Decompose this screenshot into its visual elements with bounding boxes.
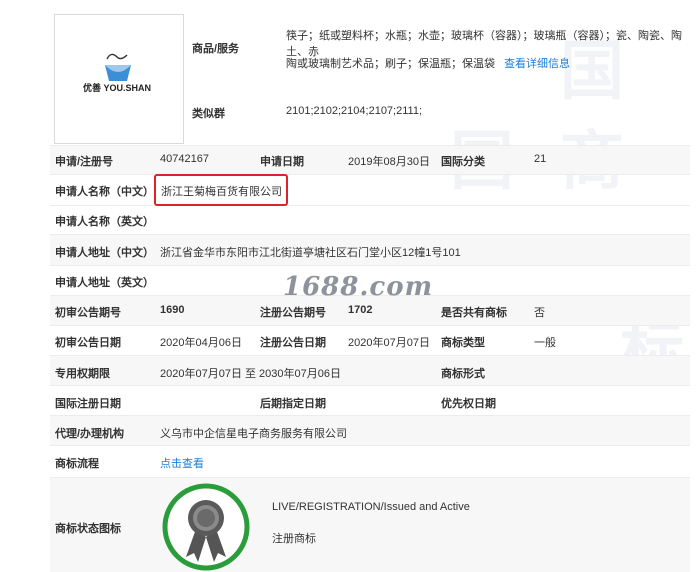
highlight-box (154, 174, 288, 206)
reg-no-value: 40742167 (160, 153, 209, 165)
applicant-cn-label: 申请人名称（中文） (55, 186, 154, 198)
shared-label: 是否共有商标 (441, 307, 507, 319)
reg-pub-date-value: 2020年07月07日 (348, 337, 430, 349)
similar-group-value: 2101;2102;2104;2107;2111; (286, 105, 423, 117)
prelim-date-label: 初审公告日期 (55, 337, 121, 349)
address-cn-value: 浙江省金华市东阳市江北街道亭塘社区石门堂小区12幢1号101 (160, 247, 461, 259)
agent-value: 义乌市中企信星电子商务服务有限公司 (160, 428, 347, 440)
mark-type-label: 商标类型 (441, 337, 485, 349)
goods-label: 商品/服务 (192, 43, 240, 55)
address-cn-label: 申请人地址（中文） (55, 247, 154, 259)
logo-text: 优善 YOU.SHAN (83, 83, 152, 93)
status-cn-text: 注册商标 (272, 533, 316, 545)
mark-form-label: 商标形式 (441, 368, 485, 380)
site-watermark: 1688.com (283, 272, 434, 302)
flow-link[interactable]: 点击查看 (160, 455, 204, 471)
shared-value: 否 (534, 307, 545, 319)
intl-class-label: 国际分类 (441, 156, 485, 168)
prelim-no-label: 初审公告期号 (55, 307, 121, 319)
flow-label: 商标流程 (55, 458, 99, 470)
exclusive-label: 专用权期限 (55, 368, 110, 380)
agent-label: 代理/办理机构 (55, 428, 125, 440)
applicant-en-label: 申请人名称（英文） (55, 216, 154, 228)
apply-date-value: 2019年08月30日 (348, 156, 430, 168)
apply-date-label: 申请日期 (260, 156, 304, 168)
cup-icon (105, 53, 131, 81)
status-label: 商标状态图标 (55, 523, 121, 535)
reg-pub-no-value: 1702 (348, 304, 373, 316)
status-en-text: LIVE/REGISTRATION/Issued and Active (272, 501, 470, 513)
prelim-no-value: 1690 (160, 304, 185, 316)
intl-class-value: 21 (534, 153, 547, 165)
goods-line-2: 陶或玻璃制艺术品；刷子；保温瓶；保温袋 (286, 58, 495, 70)
later-date-label: 后期指定日期 (260, 398, 326, 410)
address-en-label: 申请人地址（英文） (55, 277, 154, 289)
mark-type-value: 一般 (534, 337, 556, 349)
priority-date-label: 优先权日期 (441, 398, 496, 410)
exclusive-value: 2020年07月07日 至 2030年07月06日 (160, 368, 341, 380)
reg-pub-no-label: 注册公告期号 (260, 307, 326, 319)
goods-detail-link[interactable]: 查看详细信息 (504, 58, 570, 70)
trademark-logo: 优善 YOU.SHAN (54, 14, 184, 144)
reg-no-label: 申请/注册号 (55, 156, 114, 168)
prelim-date-value: 2020年04月06日 (160, 337, 242, 349)
intl-reg-date-label: 国际注册日期 (55, 398, 121, 410)
reg-pub-date-label: 注册公告日期 (260, 337, 326, 349)
similar-group-label: 类似群 (192, 108, 225, 120)
award-ribbon-icon (162, 483, 250, 571)
